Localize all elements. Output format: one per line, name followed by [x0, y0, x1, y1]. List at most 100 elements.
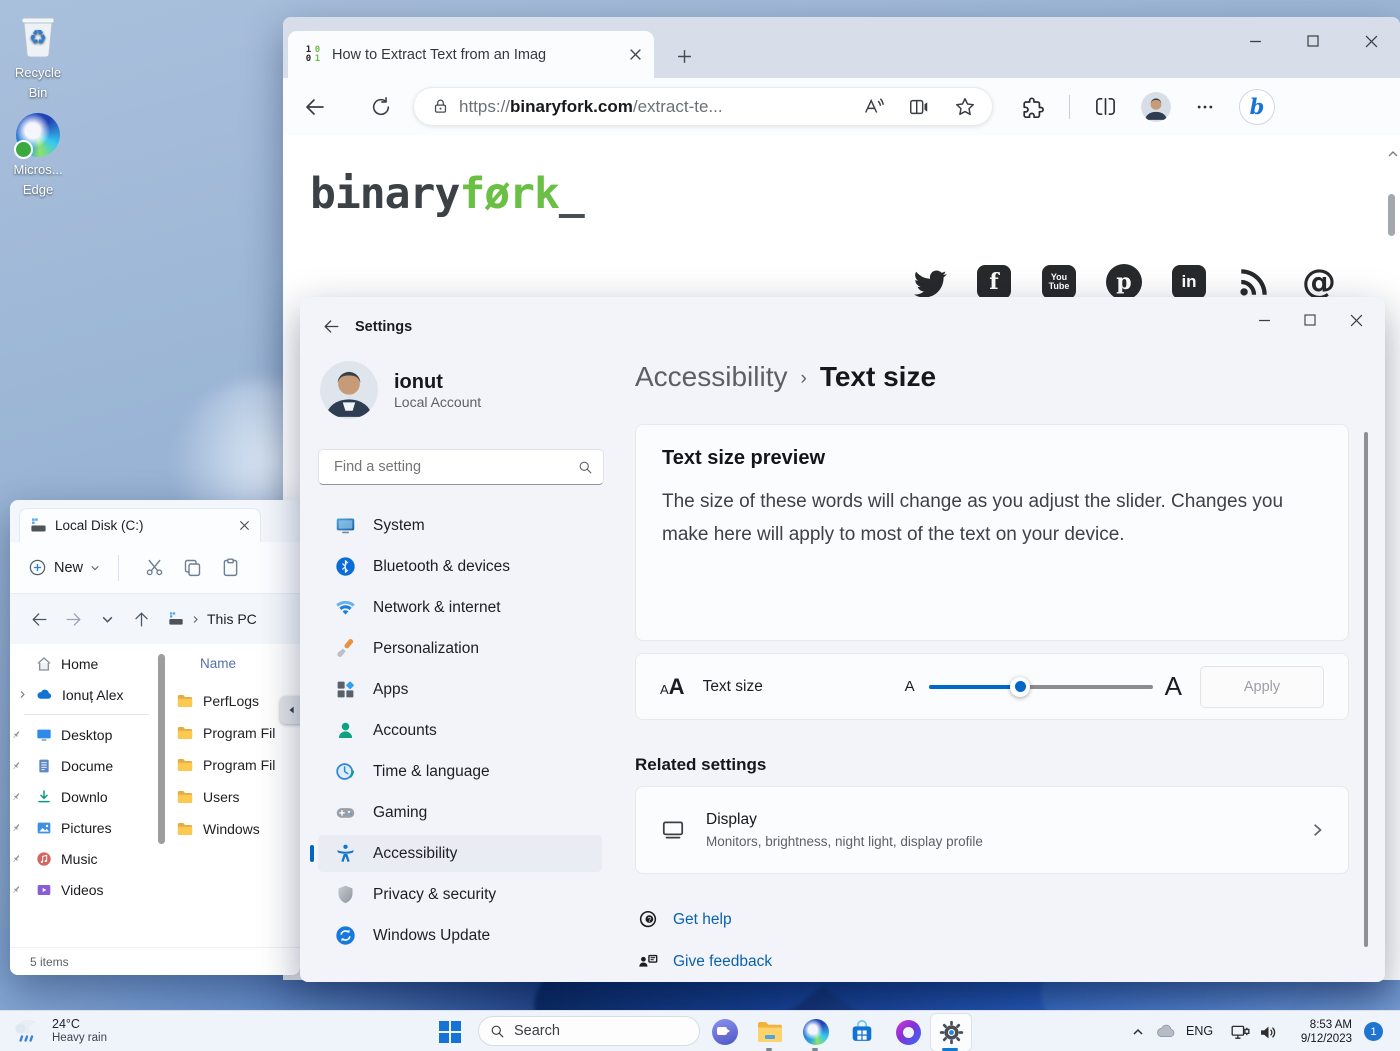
nav-item-windows-update[interactable]: Windows Update — [318, 917, 602, 954]
desktop-icon-microsoft-edge[interactable]: Micros... Edge — [0, 113, 76, 200]
browser-tab[interactable]: 10 01 How to Extract Text from an Imag — [288, 31, 654, 78]
settings-search-box[interactable] — [318, 449, 604, 485]
nav-back-icon[interactable] — [22, 602, 56, 636]
taskbar-chat-icon[interactable] — [711, 1018, 739, 1046]
account-header[interactable]: ionut Local Account — [320, 361, 481, 419]
binaryfork-logo[interactable]: binaryførk_ — [310, 169, 584, 219]
settings-back-icon[interactable] — [322, 317, 341, 336]
nav-item-privacy-security[interactable]: Privacy & security — [318, 876, 602, 913]
notification-badge[interactable]: 1 — [1364, 1022, 1383, 1041]
new-tab-button[interactable] — [671, 43, 697, 69]
twitter-icon[interactable] — [910, 263, 948, 301]
taskbar-file-explorer-icon[interactable] — [756, 1018, 784, 1046]
taskbar-edge-icon[interactable] — [802, 1018, 830, 1046]
linkedin-icon[interactable]: in — [1170, 263, 1208, 301]
clock-date[interactable]: 8:53 AM 9/12/2023 — [1288, 1018, 1352, 1046]
sidebar-item-home[interactable]: Home — [10, 648, 170, 679]
copy-icon[interactable] — [173, 551, 211, 585]
file-row[interactable]: Users — [176, 781, 300, 813]
favorite-star-icon[interactable] — [954, 96, 976, 118]
sidebar-item-downloads[interactable]: Downlo — [10, 781, 170, 812]
pinterest-icon[interactable]: p — [1105, 263, 1143, 301]
start-button[interactable] — [436, 1018, 464, 1046]
slider-max-label: A — [1165, 671, 1182, 702]
paste-icon[interactable] — [211, 551, 249, 585]
name-column-header[interactable]: Name — [176, 644, 300, 685]
taskbar-store-icon[interactable] — [848, 1018, 876, 1046]
nav-recent-chevron-icon[interactable] — [90, 602, 124, 636]
file-row[interactable]: Windows — [176, 813, 300, 845]
tab-close-icon[interactable] — [629, 48, 642, 61]
onedrive-tray-icon[interactable] — [1152, 1018, 1180, 1046]
facebook-icon[interactable]: f — [975, 263, 1013, 301]
nav-item-network-internet[interactable]: Network & internet — [318, 589, 602, 626]
bing-copilot-icon[interactable]: b — [1239, 89, 1275, 125]
page-scrollbar[interactable] — [1386, 148, 1398, 160]
nav-forward-icon[interactable] — [56, 602, 90, 636]
email-at-icon[interactable]: @ — [1300, 263, 1338, 301]
sidebar-item-pictures[interactable]: Pictures — [10, 812, 170, 843]
read-aloud-icon[interactable] — [862, 96, 884, 118]
browser-menu-icon[interactable] — [1195, 97, 1215, 117]
desktop-icon-recycle-bin[interactable]: ♻ Recycle Bin — [0, 14, 76, 103]
browser-minimize-button[interactable] — [1226, 17, 1284, 65]
nav-up-icon[interactable] — [124, 602, 158, 636]
refresh-icon[interactable] — [361, 87, 401, 127]
explorer-tab[interactable]: Local Disk (C:) — [19, 508, 261, 542]
immersive-reader-icon[interactable] — [908, 96, 930, 118]
give-feedback-link[interactable]: Give feedback — [637, 951, 772, 973]
nav-item-bluetooth-devices[interactable]: Bluetooth & devices — [318, 548, 602, 585]
breadcrumb[interactable]: This PC — [168, 611, 257, 627]
nav-item-gaming[interactable]: Gaming — [318, 794, 602, 831]
sidebar-scrollbar[interactable] — [158, 654, 165, 844]
back-icon[interactable] — [295, 87, 335, 127]
taskbar-settings-active[interactable] — [930, 1013, 972, 1051]
onedrive-cloud-icon — [36, 686, 53, 703]
rss-icon[interactable] — [1235, 263, 1273, 301]
taskbar-microsoft365-icon[interactable] — [894, 1018, 922, 1046]
cut-icon[interactable] — [135, 551, 173, 585]
page-title: Text size — [820, 361, 936, 393]
text-size-slider[interactable] — [929, 685, 1153, 689]
scrollbar-thumb[interactable] — [1388, 194, 1395, 236]
apply-button[interactable]: Apply — [1200, 666, 1324, 708]
sidebar-item-desktop[interactable]: Desktop — [10, 719, 170, 750]
file-row[interactable]: Program Fil — [176, 749, 300, 781]
find-setting-input[interactable] — [332, 458, 578, 476]
get-help-link[interactable]: ? Get help — [637, 909, 732, 931]
language-indicator[interactable]: ENG — [1186, 1024, 1213, 1038]
network-tray-icon[interactable] — [1226, 1018, 1254, 1046]
browser-maximize-button[interactable] — [1284, 17, 1342, 65]
nav-item-system[interactable]: System — [318, 507, 602, 544]
nav-item-time-language[interactable]: Time & language — [318, 753, 602, 790]
address-bar[interactable]: https://binaryfork.com/extract-te... — [413, 87, 993, 126]
display-card-title: Display — [706, 811, 983, 829]
browser-close-button[interactable] — [1342, 17, 1400, 65]
tab-strip: 10 01 How to Extract Text from an Imag — [283, 17, 1400, 78]
nav-item-accounts[interactable]: Accounts — [318, 712, 602, 749]
sidebar-item-music[interactable]: Music — [10, 843, 170, 874]
new-button[interactable]: New — [28, 558, 100, 577]
nav-item-accessibility[interactable]: Accessibility — [318, 835, 602, 872]
volume-tray-icon[interactable] — [1254, 1018, 1282, 1046]
display-settings-card[interactable]: Display Monitors, brightness, night ligh… — [635, 786, 1349, 874]
desktop-screen: ♻ Recycle Bin Micros... Edge 10 01 How t… — [0, 0, 1400, 1051]
slider-thumb[interactable] — [1010, 677, 1030, 697]
browser-profile-avatar[interactable] — [1141, 92, 1171, 122]
extensions-icon[interactable] — [1021, 95, 1045, 119]
nav-item-personalization[interactable]: Personalization — [318, 630, 602, 667]
youtube-icon[interactable]: YouTube — [1040, 263, 1078, 301]
expand-chevron-icon[interactable] — [18, 690, 27, 699]
tray-show-hidden-icon[interactable] — [1124, 1018, 1152, 1046]
text-size-row: AA Text size A A Apply — [635, 653, 1349, 720]
split-screen-icon[interactable] — [1094, 95, 1117, 118]
explorer-tab-close-icon[interactable] — [239, 520, 250, 531]
sidebar-item-documents[interactable]: Docume — [10, 750, 170, 781]
settings-scrollbar[interactable] — [1364, 432, 1368, 947]
taskbar-search[interactable]: Search — [478, 1016, 700, 1046]
breadcrumb-parent[interactable]: Accessibility — [635, 361, 787, 393]
sidebar-item-videos[interactable]: Videos — [10, 874, 170, 905]
weather-widget[interactable]: 24°C Heavy rain — [12, 1015, 107, 1045]
nav-item-apps[interactable]: Apps — [318, 671, 602, 708]
sidebar-item-onedrive[interactable]: Ionuț Alex — [10, 679, 170, 710]
